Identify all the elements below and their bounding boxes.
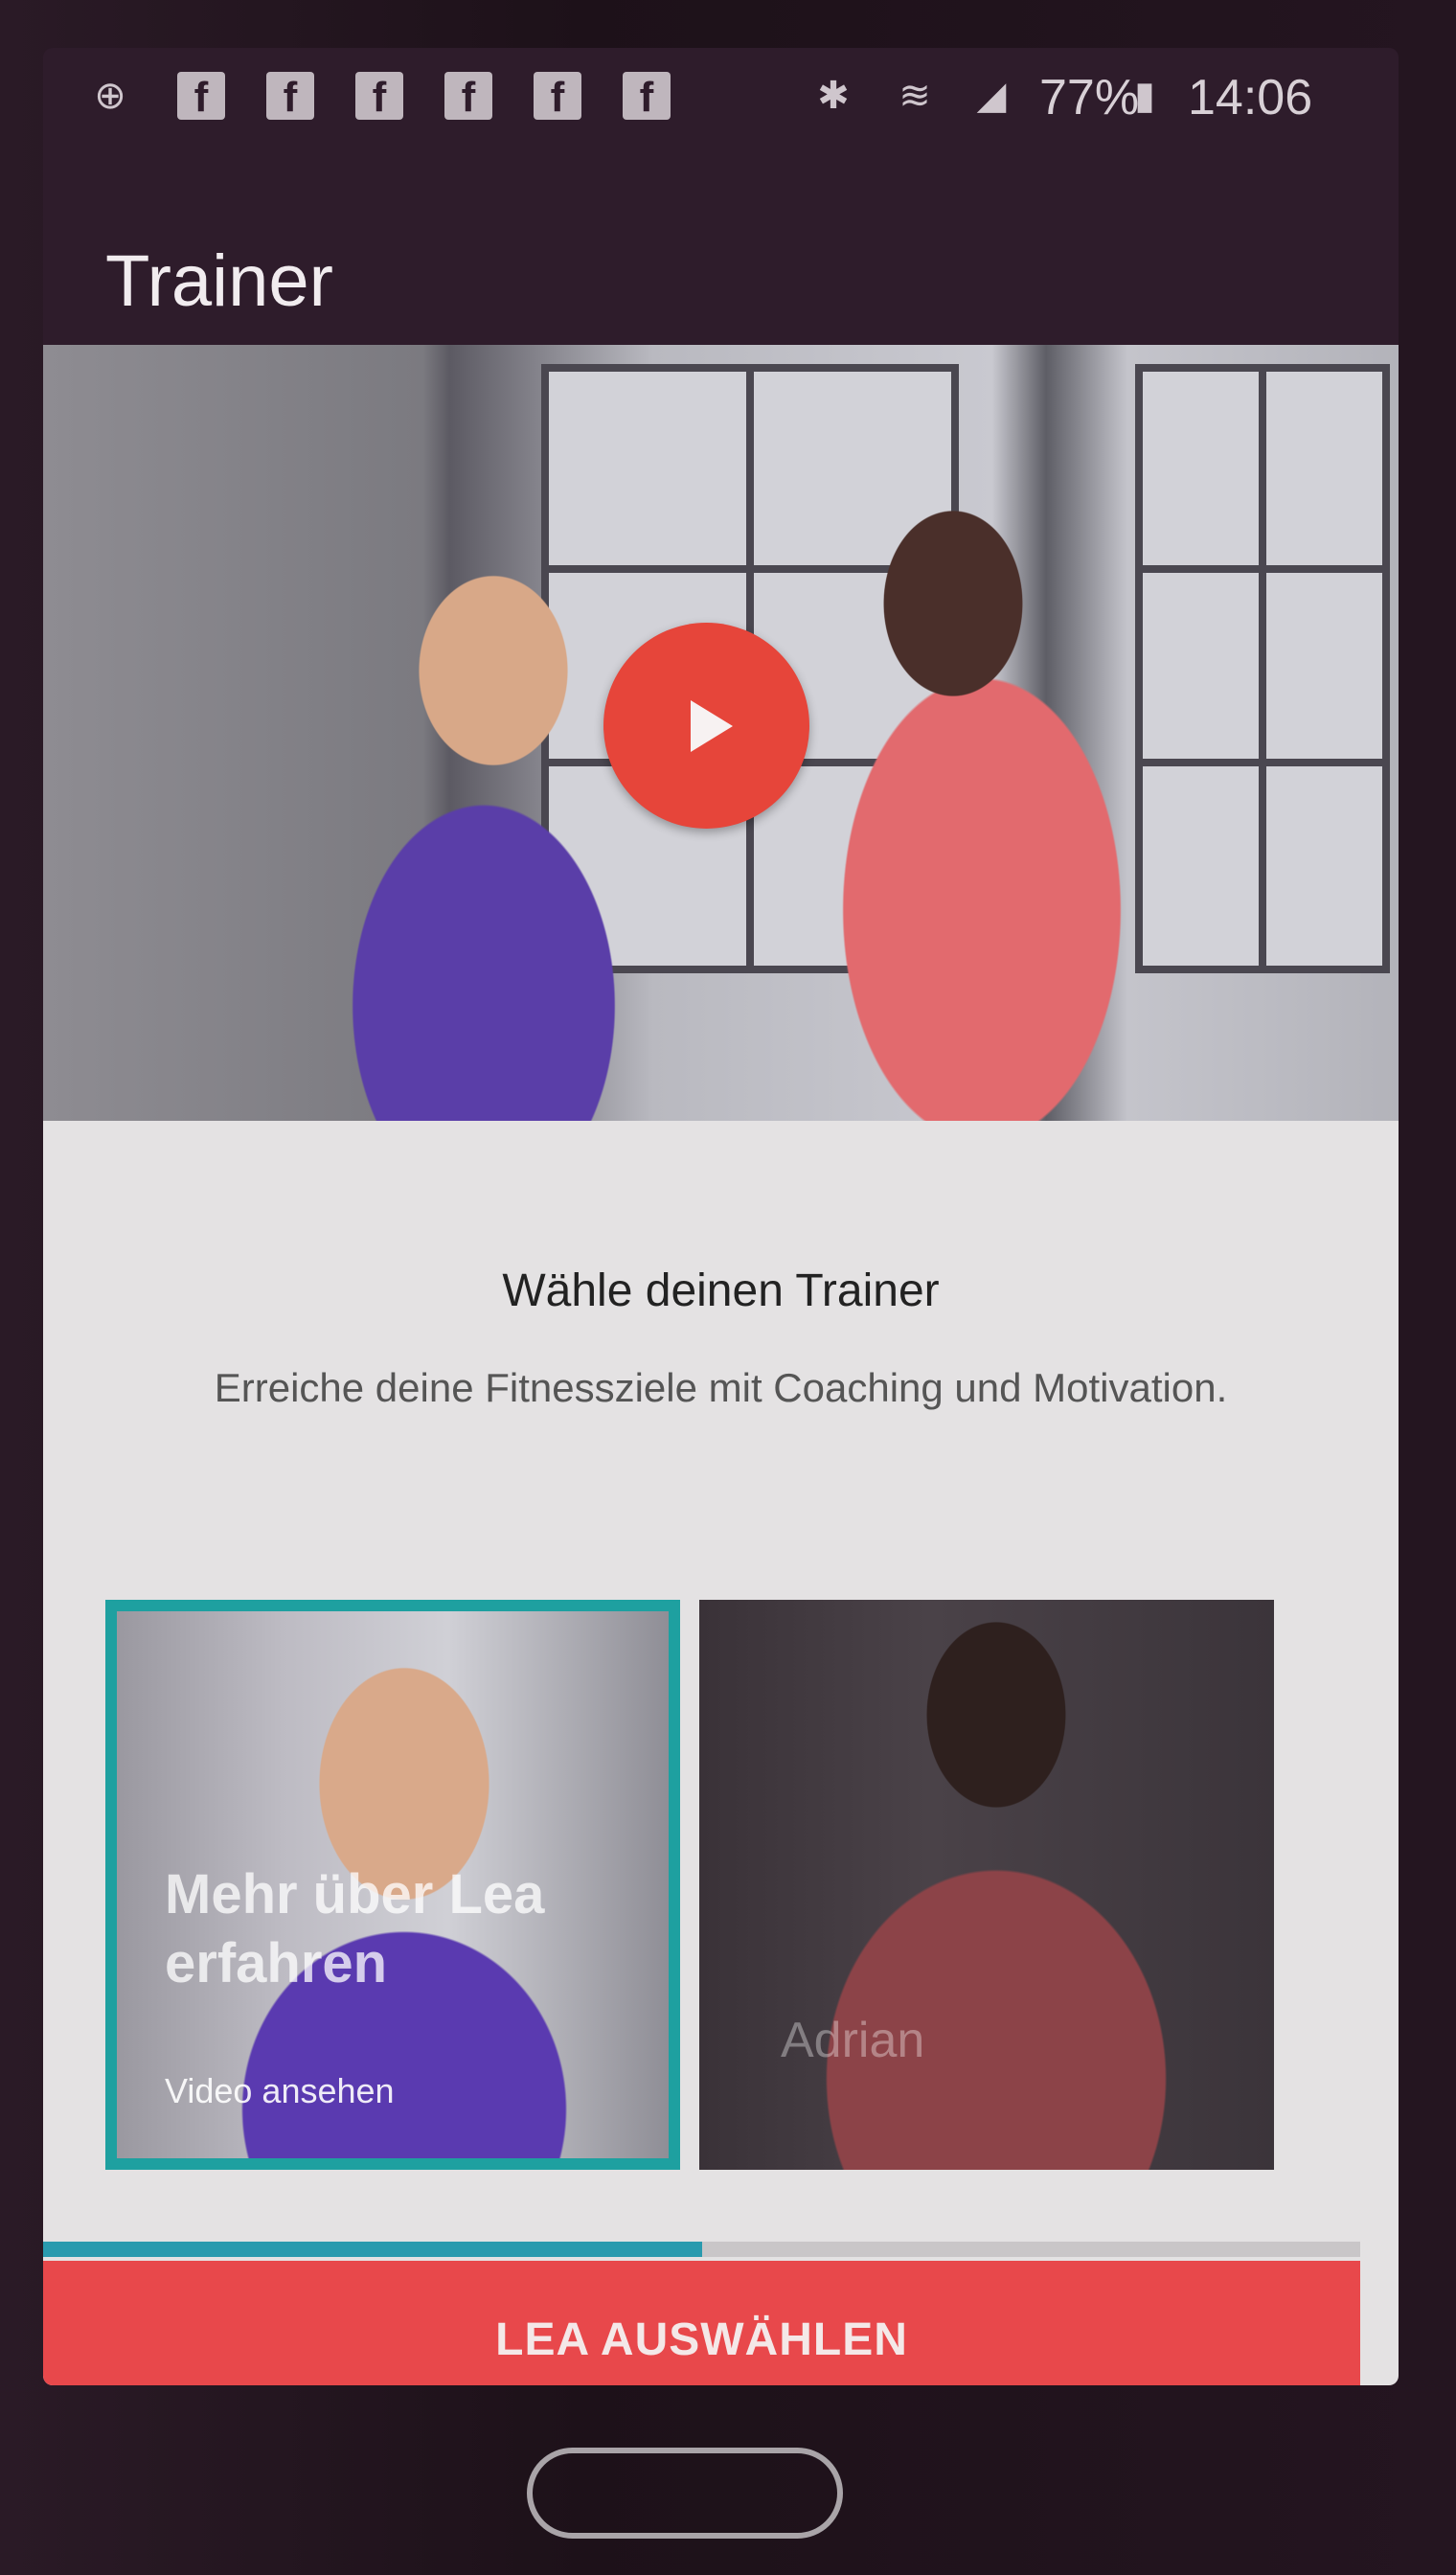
screen: ⊕ f f f f f f ✱ ≋ ◢ 77% ▮ 14:06 Trainer <box>43 48 1399 2385</box>
status-bar: ⊕ f f f f f f ✱ ≋ ◢ 77% ▮ 14:06 <box>43 48 1399 201</box>
window <box>1135 364 1390 973</box>
facebook-icon: f <box>266 72 314 121</box>
subline: Erreiche deine Fitnessziele mit Coaching… <box>214 1365 1228 1410</box>
home-button[interactable] <box>527 2448 843 2539</box>
select-trainer-button[interactable]: LEA AUSWÄHLEN <box>43 2261 1360 2385</box>
page-title: Trainer <box>105 240 333 322</box>
progress-bar <box>43 2242 1360 2257</box>
headline: Wähle deinen Trainer <box>502 1265 940 1316</box>
trainer-woman-image <box>321 527 666 1121</box>
bluetooth-icon: ✱ <box>817 75 850 117</box>
progress-fill <box>43 2242 702 2257</box>
trainer-card-adrian[interactable]: Adrian <box>699 1600 1274 2170</box>
trainer-name: Adrian <box>781 2013 925 2068</box>
hero-video[interactable] <box>43 345 1399 1121</box>
facebook-icon: f <box>355 72 403 121</box>
trainer-card-title: Mehr über Lea erfahren <box>165 1863 545 1994</box>
clock: 14:06 <box>1188 70 1313 125</box>
trainer-card-lea[interactable]: Mehr über Lea erfahren Video ansehen <box>105 1600 680 2170</box>
app-bar: Trainer <box>43 201 1399 345</box>
phone-body: ⊕ f f f f f f ✱ ≋ ◢ 77% ▮ 14:06 Trainer <box>0 0 1456 2575</box>
wifi-icon: ≋ <box>899 75 931 117</box>
battery-icon: ▮ <box>1133 75 1155 117</box>
play-button[interactable] <box>603 623 809 829</box>
trainer-man-image <box>809 460 1154 1121</box>
facebook-icon: f <box>444 72 492 121</box>
trainer-selection: Wähle deinen Trainer Erreiche deine Fitn… <box>43 1121 1399 2385</box>
facebook-icon: f <box>534 72 581 121</box>
facebook-icon: f <box>177 72 225 121</box>
facebook-icon: f <box>623 72 671 121</box>
play-icon <box>690 699 733 752</box>
watch-video-link[interactable]: Video ansehen <box>165 2071 395 2111</box>
adrian-photo <box>795 1600 1197 2170</box>
notification-icon: ⊕ <box>94 75 126 117</box>
signal-icon: ◢ <box>976 75 1007 117</box>
